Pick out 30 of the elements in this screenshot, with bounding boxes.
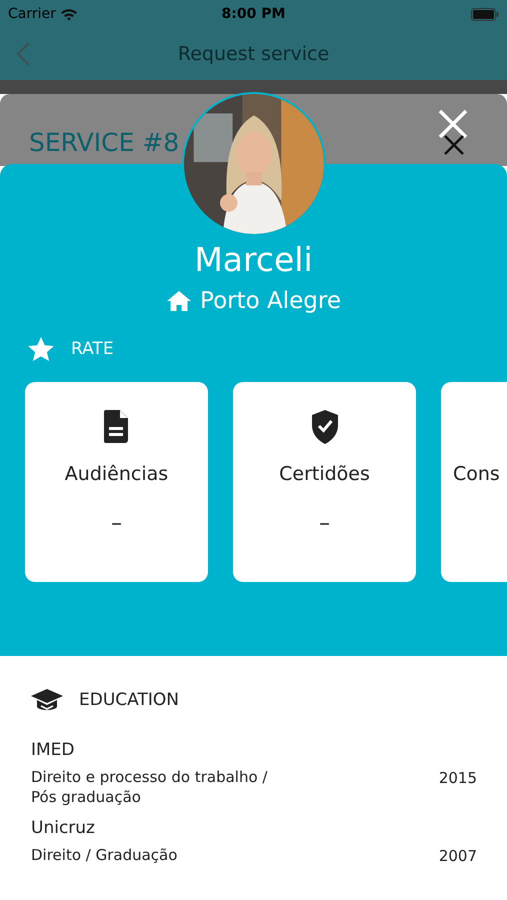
graduation-cap-icon	[31, 688, 63, 713]
card-value: –	[111, 510, 122, 538]
battery-icon	[471, 8, 499, 20]
card-value: –	[319, 510, 330, 538]
year-text: 2015	[438, 768, 477, 789]
shield-check-icon	[312, 410, 338, 444]
section-heading: EDUCATION	[79, 689, 179, 712]
city-text: Porto Alegre	[200, 286, 341, 316]
rate-card[interactable]: Audiências –	[25, 382, 208, 582]
course-text: Direito e processo do trabalho / Pós graduação	[31, 767, 268, 808]
rate-card[interactable]: Certidões –	[233, 382, 416, 582]
star-icon	[27, 336, 55, 364]
screen-title: Request service	[178, 42, 330, 67]
section-heading: RATE	[71, 338, 114, 361]
rate-card[interactable]: Cons	[441, 382, 507, 582]
card-label: Certidões	[279, 462, 370, 488]
card-label: Audiências	[64, 462, 168, 488]
carrier-text: Carrier	[8, 4, 56, 24]
year-text: 2007	[438, 846, 477, 867]
document-icon	[104, 410, 130, 444]
time-text: 8:00 PM	[222, 4, 286, 24]
service-title: SERVICE #8	[29, 130, 180, 155]
wifi-icon	[60, 8, 78, 20]
card-label: Cons	[452, 462, 500, 488]
school-name: Unicruz	[31, 816, 96, 840]
school-name: IMED	[31, 738, 76, 762]
close-icon[interactable]	[443, 134, 465, 156]
profile-name: Marceli	[193, 240, 314, 280]
home-icon	[166, 290, 192, 312]
course-text: Direito / Graduação	[31, 845, 178, 866]
